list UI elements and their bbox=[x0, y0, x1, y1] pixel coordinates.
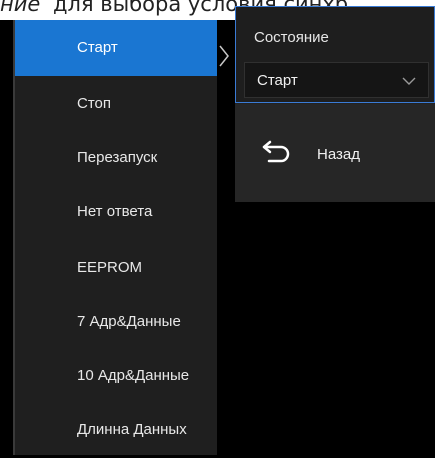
trigger-condition-menu: Старт Стоп Перезапуск Нет ответа EEPROM … bbox=[13, 20, 229, 458]
menu-item-eeprom[interactable]: EEPROM bbox=[15, 240, 219, 296]
state-section: Состояние Старт bbox=[235, 6, 435, 103]
menu-item-7addr-data[interactable]: 7 Адр&Данные bbox=[15, 294, 219, 350]
menu-item-no-ack[interactable]: Нет ответа bbox=[15, 184, 219, 240]
menu-item-10addr-data[interactable]: 10 Адр&Данные bbox=[15, 348, 219, 404]
menu-item-restart[interactable]: Перезапуск bbox=[15, 130, 219, 186]
state-label: Состояние bbox=[254, 29, 329, 46]
state-select[interactable]: Старт bbox=[244, 62, 429, 98]
menu-divider bbox=[217, 20, 235, 455]
menu-item-start[interactable]: Старт bbox=[15, 20, 229, 76]
menu-item-data-length[interactable]: Длинна Данных bbox=[15, 402, 219, 458]
chevron-down-icon bbox=[402, 77, 416, 85]
chevron-right-icon bbox=[219, 45, 229, 72]
condition-panel: Состояние Старт Назад bbox=[235, 6, 435, 202]
top-caption-highlight: ние bbox=[0, 0, 41, 16]
back-arrow-icon bbox=[262, 140, 290, 163]
back-button[interactable]: Назад bbox=[235, 104, 435, 202]
menu-item-stop[interactable]: Стоп bbox=[15, 76, 219, 132]
state-select-value: Старт bbox=[257, 72, 298, 89]
back-label: Назад bbox=[317, 146, 360, 163]
